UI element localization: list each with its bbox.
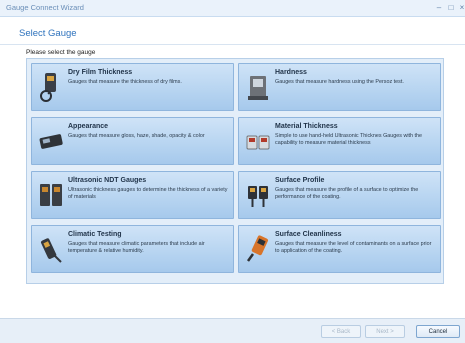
tile-climatic-testing[interactable]: Climatic Testing Gauges that measure cli… (31, 225, 234, 273)
tile-title: Climatic Testing (68, 231, 122, 238)
tile-description: Gauges that measure the profile of a sur… (275, 187, 419, 200)
button-bar: < Back Next > Cancel (0, 318, 465, 343)
surface-profile-gauge-icon (245, 180, 271, 210)
tile-title: Hardness (275, 69, 307, 76)
tile-description: Gauges that measure the thickness of dry… (68, 79, 182, 85)
tile-description: Gauges that measure the level of contami… (275, 241, 432, 254)
tile-title: Surface Cleanliness (275, 231, 342, 238)
cancel-button[interactable]: Cancel (416, 325, 460, 338)
tile-title: Surface Profile (275, 177, 325, 184)
ultrasonic-probe-icon (245, 126, 271, 156)
tile-dry-film-thickness[interactable]: Dry Film Thickness Gauges that measure t… (31, 63, 234, 111)
tile-title: Material Thickness (275, 123, 338, 130)
tile-appearance[interactable]: Appearance Gauges that measure gloss, ha… (31, 117, 234, 165)
ndt-gauge-icon (38, 180, 64, 210)
tile-description: Ultrasonic thickness gauges to determine… (68, 187, 228, 200)
divider (0, 44, 465, 45)
page-title: Select Gauge (19, 28, 77, 39)
tile-surface-cleanliness[interactable]: Surface Cleanliness Gauges that measure … (238, 225, 441, 273)
gauge-selection-panel: Dry Film Thickness Gauges that measure t… (26, 58, 444, 284)
tile-description: Simple to use hand-held Ultrasonic Thick… (275, 133, 423, 146)
tile-material-thickness[interactable]: Material Thickness Simple to use hand-he… (238, 117, 441, 165)
tile-description: Gauges that measure hardness using the P… (275, 79, 404, 85)
tile-hardness[interactable]: Hardness Gauges that measure hardness us… (238, 63, 441, 111)
back-button[interactable]: < Back (321, 325, 361, 338)
tile-ultrasonic-ndt-gauges[interactable]: Ultrasonic NDT Gauges Ultrasonic thickne… (31, 171, 234, 219)
maximize-icon[interactable]: □ (446, 2, 456, 13)
tile-title: Dry Film Thickness (68, 69, 133, 76)
instruction-text: Please select the gauge (26, 49, 96, 56)
title-bar: Gauge Connect Wizard – □ × (0, 0, 465, 17)
tile-description: Gauges that measure climatic parameters … (68, 241, 205, 254)
next-button[interactable]: Next > (365, 325, 405, 338)
hardness-gauge-icon (245, 72, 271, 102)
tile-title: Ultrasonic NDT Gauges (68, 177, 147, 184)
tile-description: Gauges that measure gloss, haze, shade, … (68, 133, 205, 139)
tile-title: Appearance (68, 123, 109, 130)
cleanliness-gauge-icon (245, 234, 271, 264)
dry-film-gauge-icon (38, 72, 64, 102)
climate-probe-icon (38, 234, 64, 264)
window-title: Gauge Connect Wizard (6, 3, 84, 12)
tile-surface-profile[interactable]: Surface Profile Gauges that measure the … (238, 171, 441, 219)
gloss-meter-icon (38, 126, 64, 156)
minimize-icon[interactable]: – (434, 2, 444, 13)
close-icon[interactable]: × (457, 2, 465, 13)
